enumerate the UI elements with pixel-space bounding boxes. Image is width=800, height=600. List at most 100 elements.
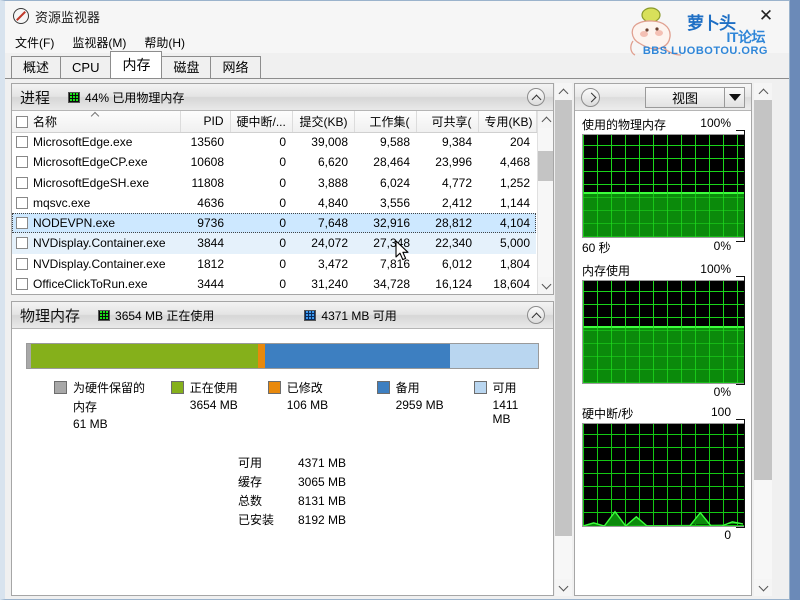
left-scroll-up-button[interactable] <box>555 83 572 100</box>
legend-top: 已修改 <box>267 379 377 396</box>
view-dropdown[interactable]: 视图 <box>645 86 745 108</box>
right-column: 视图 使用的物理内存 100% 60 秒 0% 内存使用 100% 0% 硬中断/秒 100 0 <box>574 83 786 596</box>
memory-stat-row: 总数 8131 MB <box>238 491 346 510</box>
right-scrollbar-thumb[interactable] <box>754 100 772 480</box>
process-checkbox[interactable] <box>16 217 28 230</box>
content-area: 进程 44% 已用物理内存 名称 PID 硬中断/... 提交(KB) 工作集(… <box>5 79 789 599</box>
table-row[interactable]: MicrosoftEdgeCP.exe 10608 0 6,620 28,464 23,9… <box>12 152 536 172</box>
sort-ascending-icon <box>92 112 99 117</box>
chevron-down-icon <box>541 279 551 289</box>
table-row[interactable]: MicrosoftEdgeSH.exe 11808 0 3,888 6,024 4,772… <box>12 173 536 193</box>
memory-stat-key: 缓存 <box>238 475 263 489</box>
tab-network[interactable]: 网络 <box>210 56 261 78</box>
column-header-name[interactable]: 名称 <box>12 111 181 133</box>
process-checkbox[interactable] <box>16 156 28 169</box>
memory-stat-key: 可用 <box>238 456 263 470</box>
table-row[interactable]: NODEVPN.exe 9736 0 7,648 32,916 28,812 4,104 <box>12 213 536 234</box>
column-header-pid[interactable]: PID <box>180 111 231 133</box>
process-checkbox[interactable] <box>16 257 28 270</box>
legend-label: 备用 <box>395 381 420 395</box>
right-scroll-up-button[interactable] <box>754 83 772 100</box>
legend-value: 106 MB <box>286 398 329 412</box>
processes-list-scrollbar[interactable] <box>536 111 553 294</box>
legend-color-swatch <box>54 381 67 394</box>
memory-bar-segment-free <box>449 344 538 368</box>
menu-item-help[interactable]: 帮助(H) <box>144 34 185 51</box>
process-name-text: NVDisplay.Container.exe <box>33 256 166 271</box>
legend-item-hardware_reserved: 为硬件保留的 内存 61 MB <box>54 379 171 431</box>
right-scroll-down-button[interactable] <box>754 579 772 596</box>
process-working-set: 32,916 <box>373 216 410 231</box>
physical-memory-panel-title: 物理内存 <box>20 307 81 325</box>
app-icon <box>13 8 29 24</box>
left-scrollbar-thumb[interactable] <box>555 100 572 536</box>
left-pane-scrollbar[interactable] <box>554 83 572 596</box>
memory-stat-key: 已安装 <box>238 513 275 527</box>
column-header-commit[interactable]: 提交(KB) <box>292 111 355 133</box>
chevron-up-icon <box>558 88 569 98</box>
scroll-down-button[interactable] <box>537 277 553 294</box>
chevron-down-icon[interactable] <box>724 87 744 107</box>
tab-memory[interactable]: 内存 <box>110 51 163 78</box>
process-name-text: mqsvc.exe <box>33 195 91 210</box>
graph-grid-overlay <box>583 281 744 383</box>
process-name-text: NODEVPN.exe <box>33 216 116 231</box>
graph-title: 内存使用 <box>582 264 631 278</box>
graph-axis-bracket <box>736 276 745 385</box>
legend-top: 正在使用 <box>170 379 268 396</box>
process-shareable: 9,384 <box>441 135 472 150</box>
chevron-up-icon[interactable] <box>527 306 545 324</box>
table-row[interactable]: mqsvc.exe 4636 0 4,840 3,556 2,412 1,144 <box>12 193 536 213</box>
legend-color-swatch <box>376 381 390 394</box>
chevron-up-icon[interactable] <box>527 88 545 106</box>
process-checkbox[interactable] <box>16 196 28 209</box>
graphs-toolbar: 视图 <box>575 84 751 111</box>
process-pid: 11808 <box>191 175 224 190</box>
process-name: MicrosoftEdgeCP.exe <box>12 152 180 172</box>
memory-legend: 为硬件保留的 内存 61 MB 正在使用 3654 MB 已修改 106 MB 备用 2959 … <box>26 379 539 431</box>
tab-strip: 概述 CPU 内存 磁盘 网络 <box>5 51 789 79</box>
table-row[interactable]: OfficeClickToRun.exe 3444 0 31,240 34,728 16,… <box>12 274 536 294</box>
column-header-working-set[interactable]: 工作集( <box>354 111 417 133</box>
legend-value: 1411 MB <box>492 398 519 426</box>
process-checkbox[interactable] <box>16 277 28 290</box>
column-header-shareable[interactable]: 可共享( <box>416 111 479 133</box>
process-checkbox[interactable] <box>16 136 28 149</box>
legend-color-swatch <box>473 381 487 394</box>
scrollbar-thumb[interactable] <box>537 151 553 181</box>
process-working-set: 7,816 <box>379 256 410 271</box>
process-name: MicrosoftEdge.exe <box>12 132 180 152</box>
column-header-private[interactable]: 专用(KB) <box>478 111 537 133</box>
menu-item-file[interactable]: 文件(F) <box>15 34 54 51</box>
table-row[interactable]: NVDisplay.Container.exe 3844 0 24,072 27,348… <box>12 233 536 254</box>
scroll-up-button[interactable] <box>537 111 553 128</box>
processes-panel-header[interactable]: 进程 44% 已用物理内存 <box>12 84 553 111</box>
process-private: 1,252 <box>499 175 530 190</box>
processes-panel: 进程 44% 已用物理内存 名称 PID 硬中断/... 提交(KB) 工作集(… <box>11 83 554 295</box>
view-dropdown-label: 视图 <box>671 90 698 106</box>
chevron-right-icon[interactable] <box>581 87 600 107</box>
table-row[interactable]: NVDisplay.Container.exe 1812 0 3,472 7,816 6,… <box>12 254 536 274</box>
table-row[interactable]: MicrosoftEdge.exe 13560 0 39,008 9,588 9,384 2… <box>12 132 536 152</box>
process-private: 5,000 <box>499 236 530 251</box>
physical-memory-body: 为硬件保留的 内存 61 MB 正在使用 3654 MB 已修改 106 MB 备用 2959 … <box>12 329 553 595</box>
graph-max-value: 100% <box>700 262 731 276</box>
process-shareable: 4,772 <box>441 175 472 190</box>
right-pane-scrollbar[interactable] <box>754 83 772 596</box>
tab-cpu[interactable]: CPU <box>60 56 112 78</box>
menu-item-monitor[interactable]: 监视器(M) <box>72 34 126 51</box>
memory-stat-value: 3065 MB <box>298 474 347 489</box>
close-icon[interactable]: ✕ <box>755 6 777 26</box>
memory-bar-segment-modified <box>258 344 265 368</box>
column-header-hard-faults[interactable]: 硬中断/... <box>230 111 293 133</box>
process-commit: 3,472 <box>317 256 348 271</box>
graph-title: 硬中断/秒 <box>582 407 634 421</box>
select-all-checkbox[interactable] <box>16 115 28 128</box>
physical-memory-panel-header[interactable]: 物理内存 3654 MB 正在使用 4371 MB 可用 <box>12 302 553 329</box>
process-checkbox[interactable] <box>16 237 28 250</box>
left-scroll-down-button[interactable] <box>555 579 572 596</box>
process-checkbox[interactable] <box>16 176 28 189</box>
memory-available-stat: 4371 MB 可用 <box>304 307 397 324</box>
tab-overview[interactable]: 概述 <box>11 56 62 78</box>
tab-disk[interactable]: 磁盘 <box>161 56 212 78</box>
